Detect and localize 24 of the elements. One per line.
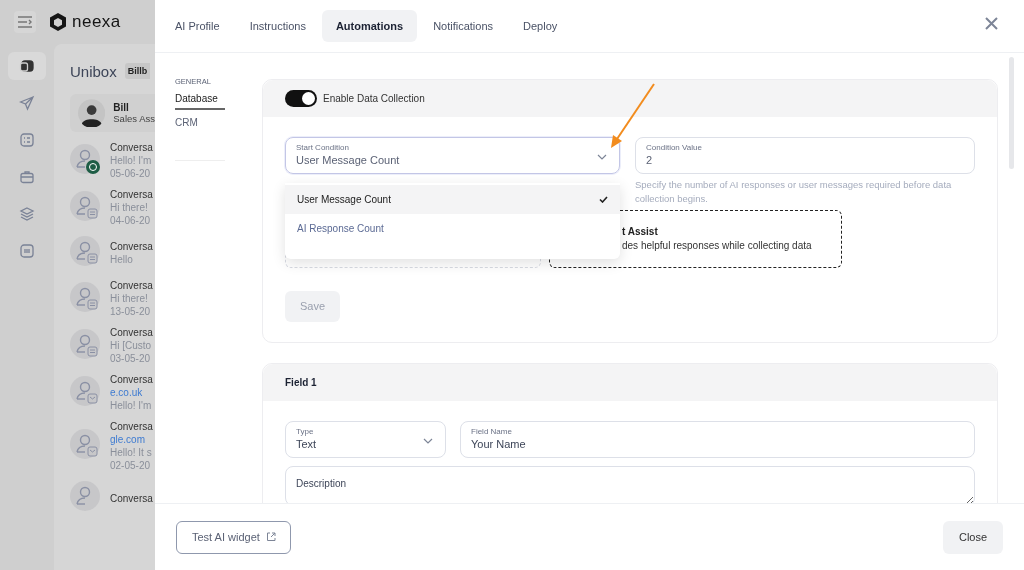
conversation-preview: Hello! I'm	[110, 400, 153, 411]
logo-text: neexa	[72, 12, 121, 32]
conversation-preview: Hello! It s	[110, 447, 153, 458]
conversation-preview: Hi there!	[110, 202, 149, 213]
conversation-date: 13-05-20	[110, 306, 152, 317]
conversation-email: e.co.uk	[110, 387, 144, 398]
conversation-date: 02-05-20	[110, 460, 152, 471]
field-label: Condition Value	[646, 143, 703, 152]
conversation-date: 04-06-20	[110, 215, 152, 226]
field-label: Field Name	[471, 426, 513, 436]
toggle-label: Enable Data Collection	[323, 93, 425, 104]
agent-role: Sales Ass	[113, 113, 155, 124]
card-heading: Field 1	[285, 376, 317, 388]
agent-badge: Billb	[124, 63, 151, 79]
agent-name: Bill	[113, 102, 130, 113]
help-text: Specify the number of AI responses or user messages required before data collection begins.	[635, 178, 953, 206]
conversation-preview: Hello! I'm	[110, 155, 153, 166]
conversation-preview: Hi [Custo	[110, 340, 153, 351]
conversation-date: 03-05-20	[110, 353, 152, 364]
conversation-email: gle.com	[110, 434, 146, 445]
page-title: Unibox	[70, 62, 117, 80]
conversation-date: 05-06-20	[110, 168, 152, 179]
conversation-preview: Hello	[110, 254, 134, 265]
conversation-preview: Hi there!	[110, 293, 149, 304]
